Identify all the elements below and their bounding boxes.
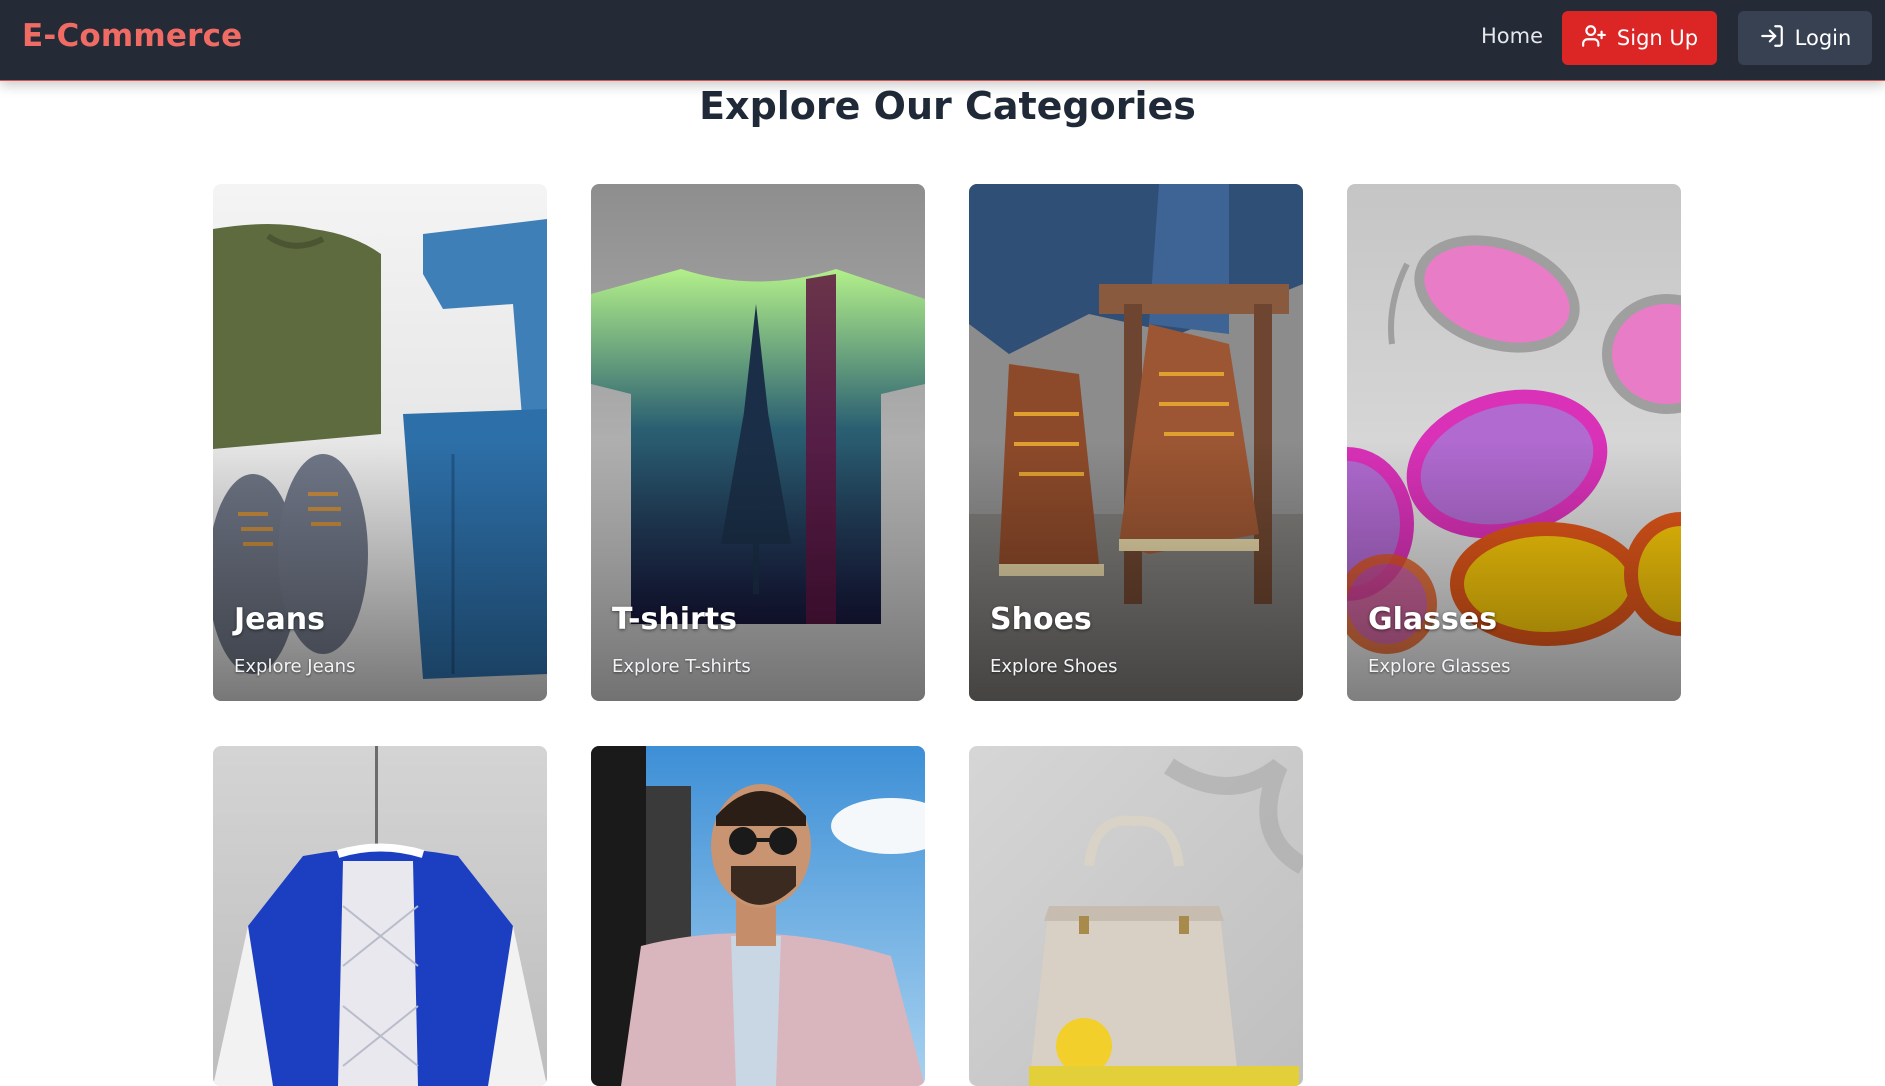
login-icon [1759, 23, 1785, 54]
man-image [591, 746, 925, 1086]
page-title: Explore Our Categories [699, 84, 1196, 128]
jacket-image [213, 746, 547, 1086]
nav-home-link[interactable]: Home [1481, 24, 1543, 48]
signup-label: Sign Up [1616, 26, 1699, 50]
category-subtitle: Explore Shoes [990, 656, 1118, 677]
category-title: Shoes [990, 602, 1092, 637]
brand-logo[interactable]: E-Commerce [22, 18, 242, 54]
login-label: Login [1794, 26, 1852, 50]
category-title: T-shirts [612, 602, 737, 637]
category-card-bags[interactable] [969, 746, 1303, 1086]
category-subtitle: Explore Jeans [234, 656, 356, 677]
login-button[interactable]: Login [1738, 11, 1872, 65]
category-title: Jeans [234, 602, 325, 637]
category-subtitle: Explore Glasses [1368, 656, 1511, 677]
category-card-tshirts[interactable]: T-shirts Explore T-shirts [591, 184, 925, 701]
category-card-glasses[interactable]: Glasses Explore Glasses [1347, 184, 1681, 701]
category-card-jackets[interactable] [213, 746, 547, 1086]
bag-image [969, 746, 1303, 1086]
category-card-men[interactable] [591, 746, 925, 1086]
category-subtitle: Explore T-shirts [612, 656, 751, 677]
user-plus-icon [1581, 23, 1607, 54]
navbar: E-Commerce Home Sign Up Login [0, 0, 1885, 81]
category-card-jeans[interactable]: Jeans Explore Jeans [213, 184, 547, 701]
category-title: Glasses [1368, 602, 1498, 637]
category-card-shoes[interactable]: Shoes Explore Shoes [969, 184, 1303, 701]
signup-button[interactable]: Sign Up [1562, 11, 1717, 65]
